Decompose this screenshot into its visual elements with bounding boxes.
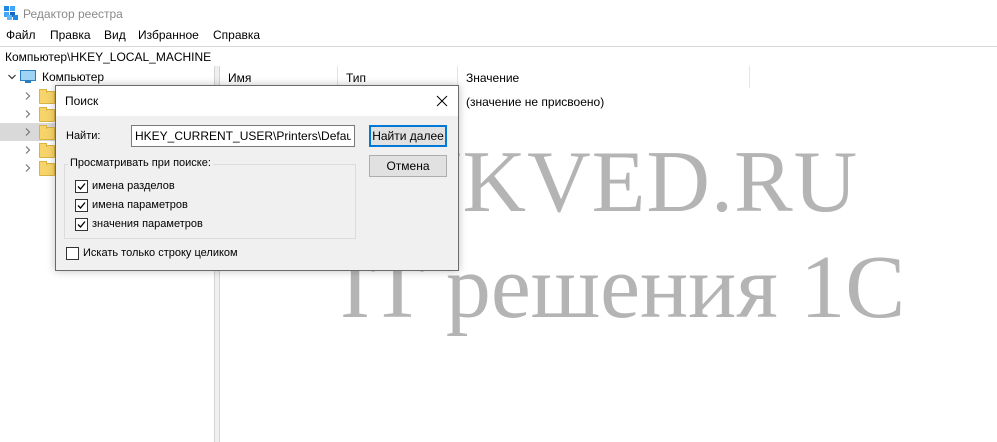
chevron-right-icon[interactable]: [24, 128, 32, 136]
find-next-button[interactable]: Найти далее: [369, 125, 447, 147]
check-icon: [77, 202, 86, 209]
chevron-right-icon[interactable]: [24, 164, 32, 172]
column-value-label: Значение: [466, 71, 520, 85]
column-name-label: Имя: [228, 71, 252, 85]
option-data-label: значения параметров: [92, 218, 203, 230]
look-at-label: Просматривать при поиске:: [68, 157, 213, 169]
menu-bar: Файл Правка Вид Избранное Справка: [0, 27, 997, 46]
dialog-title: Поиск: [65, 94, 99, 108]
menu-favorites[interactable]: Избранное: [137, 28, 200, 42]
folder-icon: [39, 161, 55, 176]
menu-help[interactable]: Справка: [212, 28, 261, 42]
row-value: (значение не присвоено): [466, 95, 605, 109]
menu-edit[interactable]: Правка: [49, 28, 92, 42]
menu-view[interactable]: Вид: [103, 28, 127, 42]
tree-root-label: Компьютер: [42, 70, 105, 84]
find-input[interactable]: [131, 125, 355, 147]
address-path[interactable]: Компьютер\HKEY_LOCAL_MACHINE: [5, 50, 211, 64]
look-at-group: Просматривать при поиске: имена разделов…: [64, 157, 356, 239]
cancel-button[interactable]: Отмена: [369, 155, 447, 177]
check-icon: [77, 221, 86, 228]
folder-icon: [39, 125, 55, 140]
tree-item-computer[interactable]: Компьютер: [0, 68, 214, 86]
find-dialog: Поиск Найти: Найти далее Отмена Просматр…: [55, 85, 459, 271]
column-type-label: Тип: [346, 71, 367, 85]
folder-icon: [39, 143, 55, 158]
computer-icon: [20, 70, 36, 83]
title-bar: Редактор реестра: [0, 0, 997, 27]
checkbox[interactable]: [75, 180, 88, 193]
find-label: Найти:: [66, 130, 101, 142]
menu-file[interactable]: Файл: [5, 28, 37, 42]
dialog-title-bar[interactable]: Поиск: [56, 86, 458, 116]
match-whole-label: Искать только строку целиком: [83, 247, 238, 259]
column-header-value[interactable]: Значение: [458, 66, 750, 88]
check-icon: [77, 183, 86, 190]
chevron-right-icon[interactable]: [24, 92, 32, 100]
option-values-label: имена параметров: [92, 199, 188, 211]
folder-icon: [39, 89, 55, 104]
chevron-right-icon[interactable]: [24, 146, 32, 154]
option-keys-label: имена разделов: [92, 180, 175, 192]
address-bar[interactable]: Компьютер\HKEY_LOCAL_MACHINE: [0, 46, 997, 67]
chevron-right-icon[interactable]: [24, 110, 32, 118]
checkbox[interactable]: [66, 247, 79, 260]
checkbox[interactable]: [75, 199, 88, 212]
close-icon[interactable]: [432, 91, 452, 111]
checkbox[interactable]: [75, 218, 88, 231]
chevron-down-icon[interactable]: [8, 73, 16, 81]
registry-editor-icon: [4, 6, 18, 20]
folder-icon: [39, 107, 55, 122]
window-title: Редактор реестра: [23, 7, 123, 21]
